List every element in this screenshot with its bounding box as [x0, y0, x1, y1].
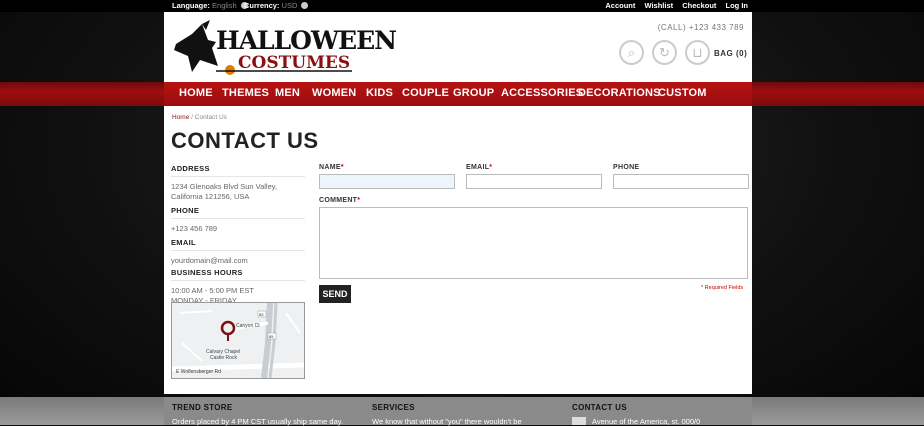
map-street-label-2: Canyon Ct [236, 323, 260, 329]
breadcrumb-home[interactable]: Home [172, 114, 189, 121]
login-link[interactable]: Log In [726, 1, 749, 10]
map-route-badge-2: 85 [269, 334, 274, 339]
site-logo[interactable]: HALLOWEEN COSTUMES [172, 20, 397, 76]
refresh-icon[interactable]: ↻ [652, 40, 677, 65]
nav-item-men[interactable]: MEN [275, 87, 300, 99]
top-utility-bar: Language: English Currency: USD Account … [0, 0, 924, 12]
name-field[interactable] [319, 174, 455, 189]
currency-value: USD [281, 1, 298, 10]
currency-label: Currency: [244, 1, 280, 10]
account-link[interactable]: Account [605, 1, 635, 10]
page-title: CONTACT US [171, 128, 319, 153]
email-heading: EMAIL [171, 238, 196, 247]
account-links: Account Wishlist Checkout Log In [598, 1, 748, 10]
logo-text-costumes: COSTUMES [238, 53, 351, 73]
map-pin-icon [572, 417, 586, 425]
breadcrumb: Home / Contact Us [172, 114, 227, 121]
basket-icon[interactable]: ⊔ [685, 40, 710, 65]
comment-label: COMMENT* [319, 197, 361, 204]
hours-line-1: 10:00 AM - 5:00 PM EST [171, 286, 254, 295]
breadcrumb-separator: / [191, 114, 193, 121]
nav-item-kids[interactable]: KIDS [366, 87, 393, 99]
divider [171, 176, 305, 177]
currency-icon [301, 1, 309, 9]
location-map[interactable]: Calvary Chapel Castle Rock Canyon Ct 85 … [171, 302, 305, 379]
name-label: NAME* [319, 164, 344, 171]
send-button[interactable]: SEND [319, 285, 351, 303]
nav-item-home[interactable]: HOME [179, 87, 213, 99]
address-heading: ADDRESS [171, 164, 210, 173]
currency-selector[interactable]: Currency: USD [244, 1, 309, 10]
call-number: (CALL) +123 433 789 [657, 23, 744, 32]
breadcrumb-current: Contact Us [194, 114, 227, 121]
footer-heading-contact: CONTACT US [572, 403, 627, 412]
footer-heading-trend-store: TREND STORE [172, 403, 233, 412]
nav-item-decorations[interactable]: DECORATIONS [578, 87, 661, 99]
nav-item-custom[interactable]: CUSTOM [658, 87, 707, 99]
contact-sidebar: ADDRESS 1234 Glenoaks Blvd Sun Valley, C… [171, 164, 305, 306]
email-value[interactable]: yourdomain@mail.com [171, 256, 305, 266]
footer-heading-services: SERVICES [372, 403, 415, 412]
phone-heading: PHONE [171, 206, 200, 215]
phone-label: PHONE [613, 164, 640, 171]
nav-item-group[interactable]: GROUP [453, 87, 494, 99]
nav-item-women[interactable]: WOMEN [312, 87, 356, 99]
phone-value: +123 456 789 [171, 224, 218, 233]
address-line-2: California 121256, USA [171, 192, 250, 201]
map-place-label-2: Castle Rock [210, 355, 237, 361]
divider [171, 218, 305, 219]
main-content: Home / Contact Us CONTACT US ADDRESS 123… [164, 106, 752, 394]
nav-item-couple[interactable]: COUPLE [402, 87, 449, 99]
language-selector[interactable]: Language: English [172, 1, 248, 10]
hours-heading: BUSINESS HOURS [171, 268, 243, 277]
logo-text-halloween: HALLOWEEN [216, 26, 397, 55]
bag-count[interactable]: BAG (0) [714, 49, 747, 58]
required-fields-note: * Required Fields [701, 285, 744, 291]
search-icon[interactable]: ⌕ [619, 40, 644, 65]
map-graphic: Calvary Chapel Castle Rock Canyon Ct 85 … [172, 303, 304, 378]
checkout-link[interactable]: Checkout [682, 1, 716, 10]
address-line-1: 1234 Glenoaks Blvd Sun Valley, [171, 182, 278, 191]
site-header: HALLOWEEN COSTUMES (CALL) +123 433 789 ⌕… [164, 12, 752, 82]
language-value: English [212, 1, 237, 10]
nav-item-accessories[interactable]: ACCESSORIES [501, 87, 583, 99]
email-label: EMAIL* [466, 164, 493, 171]
comment-textarea[interactable] [319, 207, 748, 279]
nav-item-themes[interactable]: THEMES [222, 87, 269, 99]
divider [171, 280, 305, 281]
email-field[interactable] [466, 174, 602, 189]
map-street-label: E Wolfensberger Rd [176, 369, 221, 375]
language-label: Language: [172, 1, 210, 10]
site-footer: TREND STORE Orders placed by 4 PM CST us… [164, 397, 752, 426]
wishlist-link[interactable]: Wishlist [644, 1, 673, 10]
main-nav: HOME THEMES MEN WOMEN KIDS COUPLE GROUP … [164, 82, 752, 106]
divider [171, 250, 305, 251]
map-route-badge-1: 85 [259, 312, 264, 317]
phone-field[interactable] [613, 174, 749, 189]
